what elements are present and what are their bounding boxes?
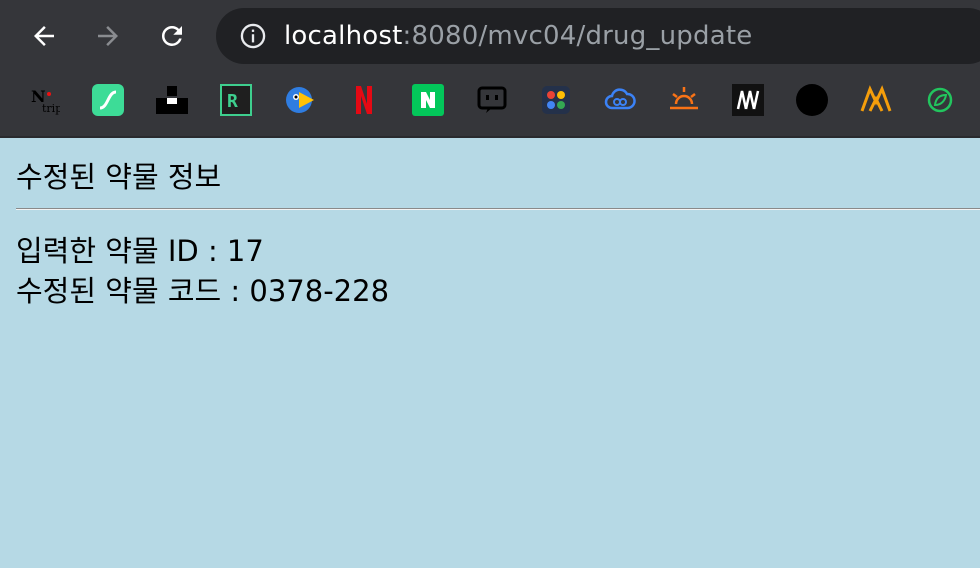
bookmarks-bar: Ntrip R [0,72,980,138]
updated-code-text: 수정된 약물 코드 : 0378-228 [16,274,390,308]
naver-trip-icon[interactable]: Ntrip [28,84,60,116]
chat-bubble-icon[interactable] [476,84,508,116]
reload-icon [161,25,182,46]
cloud-link-icon[interactable] [604,84,636,116]
green-wave-icon[interactable] [92,84,124,116]
naver-n-icon[interactable] [412,84,444,116]
m-mountain-icon[interactable] [860,84,892,116]
sunrise-icon[interactable] [668,84,700,116]
url-text[interactable]: localhost:8080/mvc04/drug_update [284,21,752,51]
back-button[interactable] [20,12,68,60]
r-box-icon[interactable]: R [220,84,252,116]
svg-text:trip: trip [42,102,60,115]
page-title: 수정된 약물 정보 [16,160,222,194]
color-tiles-icon[interactable] [540,84,572,116]
address-bar[interactable]: localhost:8080/mvc04/drug_update [216,8,980,64]
leaf-icon[interactable] [924,84,956,116]
input-id-text: 입력한 약물 ID : 17 [16,234,264,268]
horizontal-rule [16,208,980,210]
info-icon[interactable] [238,21,268,51]
m-logo-icon[interactable] [732,84,764,116]
browser-toolbar: localhost:8080/mvc04/drug_update [0,0,980,72]
arrow-left-icon [34,26,54,46]
url-host: localhost [284,21,403,51]
url-path: :8080/mvc04/drug_update [402,21,753,51]
netflix-icon[interactable] [348,84,380,116]
black-blocks-icon[interactable] [156,84,188,116]
arrow-right-icon [98,26,118,46]
bird-icon[interactable] [284,84,316,116]
black-circle-icon[interactable] [796,84,828,116]
forward-button[interactable] [84,12,132,60]
svg-text:R: R [227,91,238,112]
page-content: 수정된 약물 정보 입력한 약물 ID : 17 수정된 약물 코드 : 037… [0,138,980,568]
reload-button[interactable] [148,12,196,60]
